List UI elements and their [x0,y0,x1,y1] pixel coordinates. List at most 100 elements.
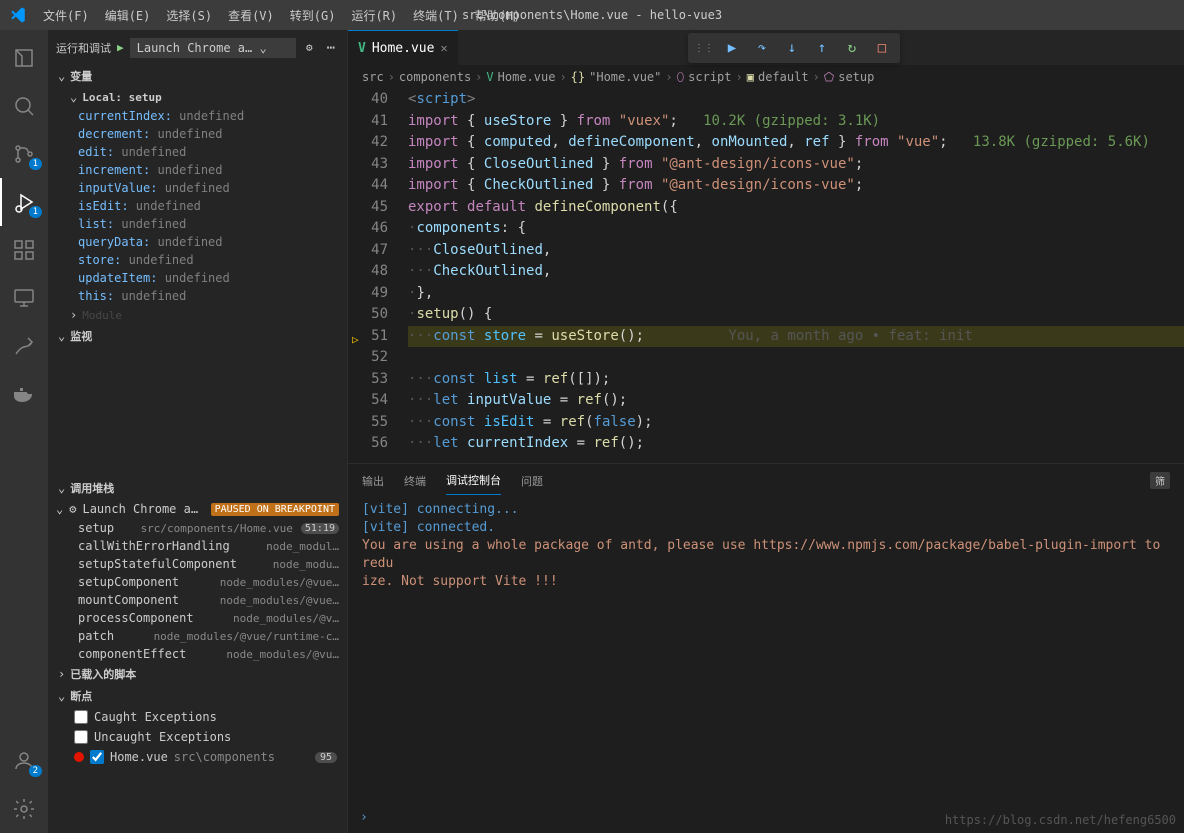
code-line[interactable]: ···const list = ref([]); [408,369,1184,391]
code-line[interactable]: ···let currentIndex = ref(); [408,433,1184,455]
code-line[interactable]: ···CloseOutlined, [408,240,1184,262]
code-line[interactable] [408,347,1184,369]
restart-icon[interactable]: ↻ [838,35,866,61]
menu-goto[interactable]: 转到(G) [282,0,344,30]
variable-row[interactable]: decrement: undefined [48,125,347,143]
variable-row[interactable]: this: undefined [48,287,347,305]
share-icon[interactable] [0,322,48,370]
accounts-icon[interactable]: 2 [0,737,48,785]
callstack-frame[interactable]: processComponentnode_modules/@v… [48,609,347,627]
loaded-scripts-header[interactable]: ›已载入的脚本 [48,663,347,685]
chevron-down-icon: ⌄ [58,329,65,343]
console-line: You are using a whole package of antd, p… [362,537,1170,573]
code-line[interactable]: import { computed, defineComponent, onMo… [408,132,1184,154]
source-control-icon[interactable]: 1 [0,130,48,178]
code-line[interactable]: ···const store = useStore(); You, a mont… [408,326,1184,348]
more-icon[interactable]: ⋯ [323,40,339,56]
code-line[interactable]: export default defineComponent({ [408,197,1184,219]
panel-tab-problems[interactable]: 问题 [521,467,543,495]
step-out-icon[interactable]: ↑ [808,35,836,61]
start-debug-icon[interactable]: ▶ [117,41,124,54]
callstack-frame[interactable]: setupsrc/components/Home.vue51:19 [48,519,347,537]
close-icon[interactable]: ✕ [440,41,447,55]
variable-row[interactable]: increment: undefined [48,161,347,179]
breakpoint-checkbox[interactable] [90,750,104,764]
editor-area: V Home.vue ✕ ⋮⋮ ▶ ↷ ↓ ↑ ↻ □ src› compone… [348,30,1184,833]
panel-tab-debug-console[interactable]: 调试控制台 [446,466,501,495]
gear-icon[interactable]: ⚙ [302,41,317,54]
bottom-panel: 输出 终端 调试控制台 问题 筛 [vite] connecting...[vi… [348,463,1184,833]
callstack-frame[interactable]: patchnode_modules/@vue/runtime-c… [48,627,347,645]
code-line[interactable]: <script> [408,89,1184,111]
code-line[interactable]: import { CheckOutlined } from "@ant-desi… [408,175,1184,197]
module-scope-header[interactable]: ›Module [48,305,347,325]
menu-view[interactable]: 查看(V) [220,0,282,30]
callstack-section-header[interactable]: ⌄调用堆栈 [48,477,347,499]
callstack-frame[interactable]: mountComponentnode_modules/@vue… [48,591,347,609]
search-icon[interactable] [0,82,48,130]
paused-badge: PAUSED ON BREAKPOINT [211,503,339,516]
code-line[interactable]: import { CloseOutlined } from "@ant-desi… [408,154,1184,176]
callstack-frame[interactable]: setupStatefulComponentnode_modu… [48,555,347,573]
breakpoint-checkbox[interactable] [74,710,88,724]
menu-select[interactable]: 选择(S) [158,0,220,30]
remote-icon[interactable] [0,274,48,322]
variable-row[interactable]: list: undefined [48,215,347,233]
grip-icon[interactable]: ⋮⋮ [692,43,716,54]
breadcrumb[interactable]: src› components› VHome.vue› {}"Home.vue"… [348,65,1184,89]
launch-config-select[interactable]: Launch Chrome a… ⌄ [130,38,296,58]
variable-row[interactable]: isEdit: undefined [48,197,347,215]
console-prompt-icon[interactable]: › [360,809,368,827]
tab-home-vue[interactable]: V Home.vue ✕ [348,30,458,65]
settings-icon[interactable] [0,785,48,833]
callstack-frame[interactable]: callWithErrorHandlingnode_modul… [48,537,347,555]
code-line[interactable]: import { useStore } from "vuex"; 10.2K (… [408,111,1184,133]
code-line[interactable]: ···let inputValue = ref(); [408,390,1184,412]
variable-row[interactable]: edit: undefined [48,143,347,161]
variable-row[interactable]: queryData: undefined [48,233,347,251]
filter-icon[interactable]: 筛 [1150,472,1170,489]
debug-console-output[interactable]: [vite] connecting...[vite] connected.You… [348,497,1184,833]
breakpoint-dot-icon [74,752,84,762]
watch-section-header[interactable]: ⌄监视 [48,325,347,347]
step-into-icon[interactable]: ↓ [778,35,806,61]
explorer-icon[interactable] [0,34,48,82]
variable-row[interactable]: currentIndex: undefined [48,107,347,125]
code-editor[interactable]: 404142434445464748495051▷5253545556 <scr… [348,89,1184,463]
code-line[interactable]: ···CheckOutlined, [408,261,1184,283]
debug-toolbar[interactable]: ⋮⋮ ▶ ↷ ↓ ↑ ↻ □ [688,33,900,63]
panel-tab-terminal[interactable]: 终端 [404,467,426,495]
panel-tab-output[interactable]: 输出 [362,467,384,495]
breakpoint-checkbox[interactable] [74,730,88,744]
breakpoints-header[interactable]: ⌄断点 [48,685,347,707]
extensions-icon[interactable] [0,226,48,274]
menu-terminal[interactable]: 终端(T) [405,0,467,30]
code-line[interactable]: ·setup() { [408,304,1184,326]
continue-icon[interactable]: ▶ [718,35,746,61]
titlebar: 文件(F) 编辑(E) 选择(S) 查看(V) 转到(G) 运行(R) 终端(T… [0,0,1184,30]
variable-row[interactable]: updateItem: undefined [48,269,347,287]
menu-file[interactable]: 文件(F) [35,0,97,30]
vue-file-icon: V [358,41,366,56]
breakpoint-row[interactable]: Home.vuesrc\components95 [48,747,347,767]
code-line[interactable]: ···const isEdit = ref(false); [408,412,1184,434]
callstack-frame[interactable]: setupComponentnode_modules/@vue… [48,573,347,591]
breakpoint-row[interactable]: Caught Exceptions [48,707,347,727]
panel-tabs: 输出 终端 调试控制台 问题 筛 [348,464,1184,497]
menu-edit[interactable]: 编辑(E) [97,0,159,30]
debug-icon[interactable]: 1 [0,178,48,226]
variables-section-header[interactable]: ⌄变量 [48,65,347,87]
stop-icon[interactable]: □ [868,35,896,61]
menu-run[interactable]: 运行(R) [343,0,405,30]
variable-row[interactable]: inputValue: undefined [48,179,347,197]
code-line[interactable]: ·}, [408,283,1184,305]
docker-icon[interactable] [0,370,48,418]
step-over-icon[interactable]: ↷ [748,35,776,61]
code-line[interactable]: ·components: { [408,218,1184,240]
breakpoint-row[interactable]: Uncaught Exceptions [48,727,347,747]
local-scope-header[interactable]: ⌄Local: setup [48,87,347,107]
callstack-thread[interactable]: ⌄ ⚙ Launch Chrome a… PAUSED ON BREAKPOIN… [48,499,347,519]
callstack-frame[interactable]: componentEffectnode_modules/@vu… [48,645,347,663]
vue-file-icon: V [486,70,493,84]
variable-row[interactable]: store: undefined [48,251,347,269]
